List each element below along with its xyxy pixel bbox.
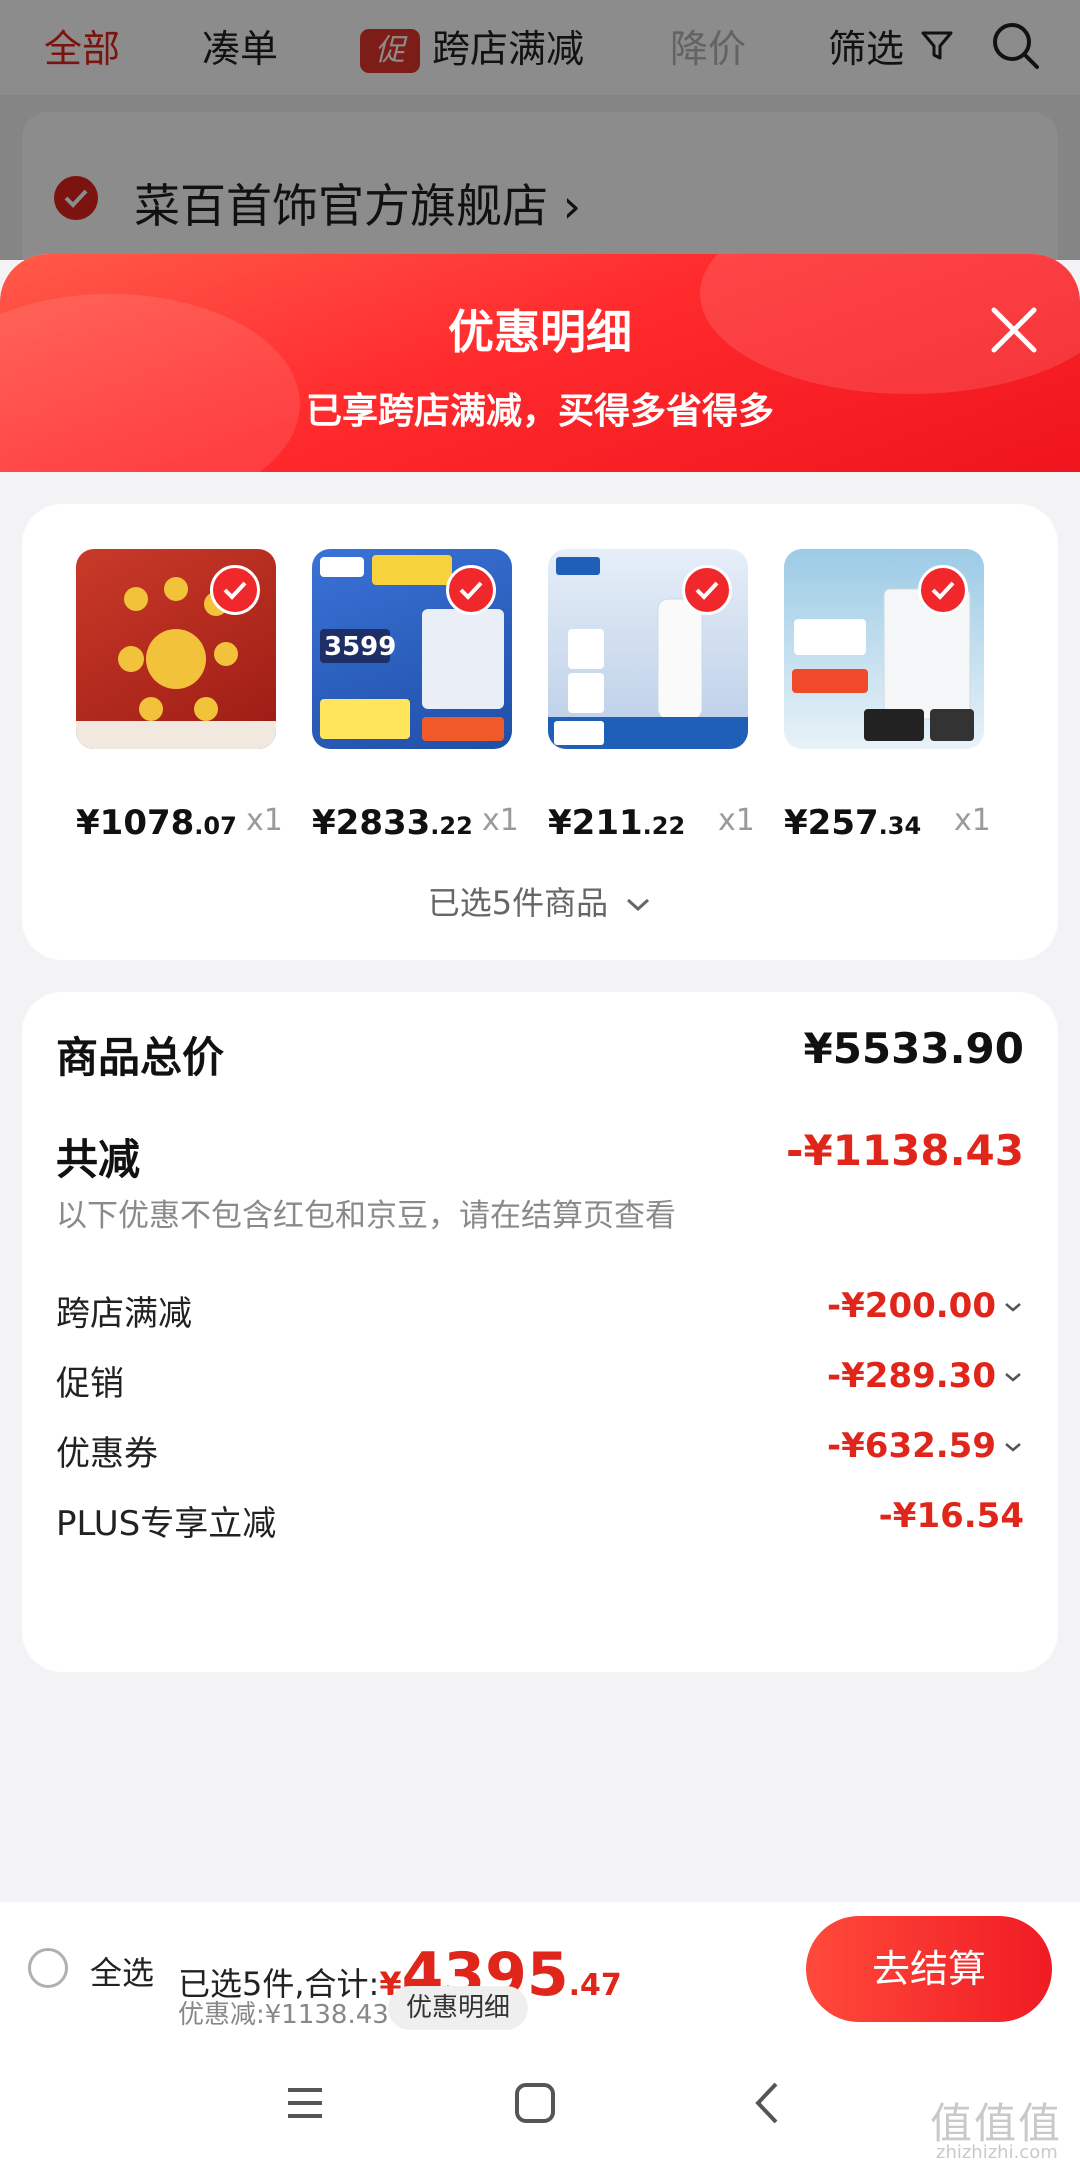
total-price-label: 商品总价 [56,1033,225,1082]
back-icon[interactable] [744,2078,794,2128]
discount-summary: 优惠减:¥1138.43 [178,2000,389,2030]
system-nav-bar [0,2038,1080,2169]
discount-value-plus: -¥16.54 [878,1496,1024,1536]
select-all-label[interactable]: 全选 [90,1948,154,1994]
overlay-dim[interactable] [0,0,1080,260]
checkout-button[interactable]: 去结算 [806,1916,1052,2022]
product-thumbnail [548,549,748,749]
watermark-url: zhizhizhi.com [936,2142,1058,2163]
selected-check-icon [918,565,968,615]
chevron-down-icon[interactable] [1002,1296,1024,1318]
discount-detail-button[interactable]: 优惠明细 [388,1986,529,2030]
product-price: ¥211.22 [548,803,686,843]
product-item[interactable]: 3599 ¥2833.22 x1 [312,549,519,843]
select-all-radio[interactable] [28,1948,68,1988]
home-icon[interactable] [510,2078,560,2128]
product-thumbnail [784,549,984,749]
selected-check-icon [210,565,260,615]
selected-check-icon [446,565,496,615]
checkout-bar: 全选 已选5件,合计:¥4395.47 优惠减:¥1138.43 优惠明细 去结… [0,1902,1080,2038]
discount-label-promotion: 促销 [56,1364,124,1404]
total-price-value: ¥5533.90 [803,1024,1024,1073]
selected-check-icon [682,565,732,615]
product-item[interactable]: ¥257.34 x1 [784,549,991,843]
discount-value-promotion[interactable]: -¥289.30 [827,1356,996,1396]
discount-label-plus: PLUS专享立减 [56,1504,277,1544]
product-thumbnail: 3599 [312,549,512,749]
selected-count-toggle[interactable]: 已选5件商品 [22,878,1058,924]
menu-icon[interactable] [280,2078,330,2128]
product-item[interactable]: ¥211.22 x1 [548,549,755,843]
product-thumbnail [76,549,276,749]
sheet-title: 优惠明细 [448,305,632,359]
sheet-subtitle: 已享跨店满减，买得多省得多 [305,391,774,432]
product-qty: x1 [246,803,283,838]
total-reduce-value: -¥1138.43 [786,1126,1024,1175]
chevron-down-icon[interactable] [1002,1366,1024,1388]
discount-label-coupon: 优惠券 [56,1434,158,1474]
discount-note: 以下优惠不包含红包和京豆，请在结算页查看 [56,1198,676,1234]
product-qty: x1 [482,803,519,838]
sheet-header: 优惠明细 已享跨店满减，买得多省得多 [0,254,1080,514]
chevron-down-icon [627,898,650,912]
product-price: ¥2833.22 [312,803,473,843]
price-summary-card: 商品总价 ¥5533.90 共减 -¥1138.43 以下优惠不包含红包和京豆，… [22,992,1058,1672]
product-price: ¥257.34 [784,803,922,843]
discount-label-cross-store: 跨店满减 [56,1294,192,1334]
discount-detail-sheet: 优惠明细 已享跨店满减，买得多省得多 ¥1078.07 x1 3599 ¥283… [0,254,1080,2169]
product-qty: x1 [954,803,991,838]
product-qty: x1 [718,803,755,838]
discount-value-coupon[interactable]: -¥632.59 [827,1426,996,1466]
selected-products-card: ¥1078.07 x1 3599 ¥2833.22 x1 ¥211.22 x1 … [22,504,1058,960]
total-reduce-label: 共减 [56,1135,141,1184]
chevron-down-icon[interactable] [1002,1436,1024,1458]
close-icon[interactable] [984,300,1044,360]
product-item[interactable]: ¥1078.07 x1 [76,549,283,843]
product-price: ¥1078.07 [76,803,237,843]
discount-value-cross-store[interactable]: -¥200.00 [827,1286,996,1326]
svg-text:3599: 3599 [324,632,396,662]
